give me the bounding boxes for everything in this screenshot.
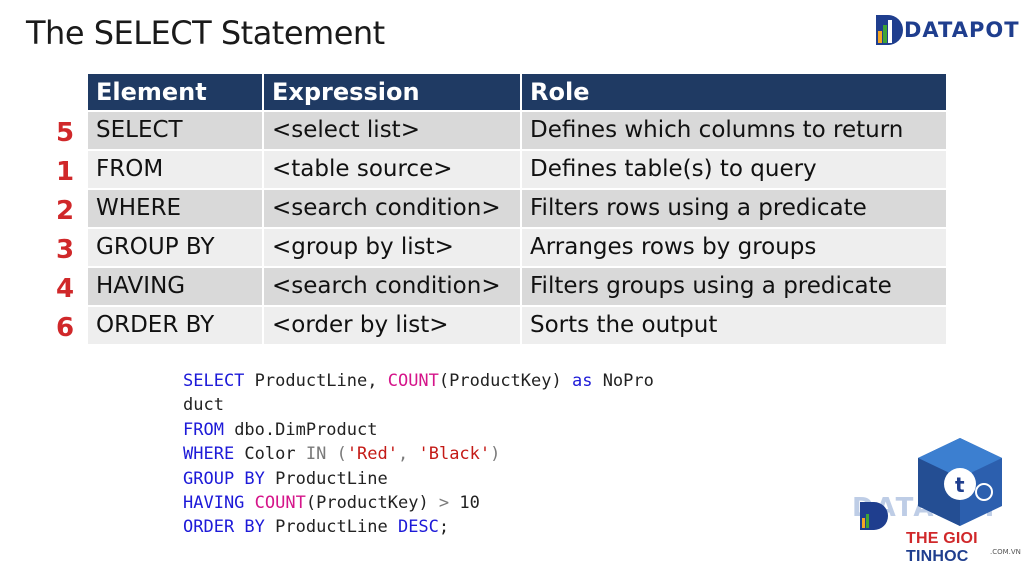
code-token: > <box>438 493 450 514</box>
cell-element: HAVING <box>88 268 264 305</box>
table-row: WHERE <search condition> Filters rows us… <box>88 190 946 227</box>
code-line: ORDER BY ProductLine DESC; <box>183 515 654 539</box>
header-role: Role <box>530 78 590 106</box>
cell-role: Filters rows using a predicate <box>522 190 946 227</box>
code-token: COUNT <box>254 493 306 514</box>
code-line: GROUP BY ProductLine <box>183 467 654 491</box>
cell-element: ORDER BY <box>88 307 264 344</box>
table-row: ORDER BY <order by list> Sorts the outpu… <box>88 307 946 344</box>
code-token: 10 <box>449 493 480 514</box>
code-token: ( <box>326 444 347 465</box>
brand-red-text: THE GIOI <box>906 530 978 547</box>
table-row: FROM <table source> Defines table(s) to … <box>88 151 946 188</box>
cell-element: FROM <box>88 151 264 188</box>
code-token: dbo.DimProduct <box>223 419 378 440</box>
code-token: ORDER BY <box>183 517 265 538</box>
execution-order-number: 4 <box>55 274 75 304</box>
cell-role: Sorts the output <box>522 307 946 344</box>
header-element: Element <box>88 74 264 110</box>
code-token: COUNT <box>387 371 439 391</box>
brand-blue-text: TINHOC <box>906 548 969 565</box>
sql-code-block: SELECT ProductLine, COUNT(ProductKey) as… <box>183 369 654 540</box>
select-clauses-table: Element Expression Role SELECT <select l… <box>88 74 946 344</box>
cell-expression: <search condition> <box>264 190 522 227</box>
code-token: ; <box>438 517 450 538</box>
code-token: 'Red' <box>346 444 398 465</box>
execution-order-number: 1 <box>55 157 75 187</box>
code-line: FROM dbo.DimProduct <box>183 418 654 442</box>
code-token: (ProductKey) <box>438 371 572 391</box>
table-row: GROUP BY <group by list> Arranges rows b… <box>88 229 946 266</box>
execution-order-number: 2 <box>55 196 75 226</box>
code-line: WHERE Color IN ('Red', 'Black') <box>183 442 654 466</box>
code-token: GROUP BY <box>183 468 265 489</box>
code-token: ProductLine <box>264 517 398 538</box>
table-row: SELECT <select list> Defines which colum… <box>88 112 946 149</box>
cell-role: Arranges rows by groups <box>522 229 946 266</box>
code-line: HAVING COUNT(ProductKey) > 10 <box>183 491 654 515</box>
code-token: DESC <box>397 517 439 538</box>
datapot-bar-chart-icon <box>870 11 908 49</box>
execution-order-number: 6 <box>55 313 75 343</box>
code-token: duct <box>183 395 224 416</box>
code-line: SELECT ProductLine, COUNT(ProductKey) as… <box>183 369 654 393</box>
execution-order-number: 3 <box>55 235 75 265</box>
code-token: IN <box>305 444 327 465</box>
cell-role: Filters groups using a predicate <box>522 268 946 305</box>
code-token: ProductLine <box>264 468 388 489</box>
cell-expression: <order by list> <box>264 307 522 344</box>
code-token: SELECT <box>183 371 245 391</box>
code-line: duct <box>183 393 654 417</box>
table-header-row: Element Expression Role <box>88 74 946 110</box>
code-token: NoPro <box>592 371 654 391</box>
code-token: ProductLine, <box>244 371 388 391</box>
code-token: Color <box>234 444 306 465</box>
cell-role: Defines table(s) to query <box>522 151 946 188</box>
code-token: as <box>571 371 593 391</box>
cell-element: WHERE <box>88 190 264 227</box>
cell-expression: <search condition> <box>264 268 522 305</box>
datapot-logo-text: DATAPOT <box>904 18 1020 42</box>
cell-role: Defines which columns to return <box>522 112 946 149</box>
cell-expression: <table source> <box>264 151 522 188</box>
cell-expression: <group by list> <box>264 229 522 266</box>
code-token: FROM <box>183 419 224 440</box>
cell-element: SELECT <box>88 112 264 149</box>
cell-expression: <select list> <box>264 112 522 149</box>
code-token: ) <box>490 444 501 465</box>
table-row: HAVING <search condition> Filters groups… <box>88 268 946 305</box>
header-expression: Expression <box>264 74 522 110</box>
code-token: 'Black' <box>418 444 491 465</box>
brand-domain-suffix: .COM.VN <box>990 548 1021 556</box>
code-token: , <box>398 444 419 465</box>
execution-order-number: 5 <box>55 118 75 148</box>
svg-text:t: t <box>955 473 965 497</box>
code-token: HAVING <box>183 493 245 514</box>
slide-title: The SELECT Statement <box>26 14 385 52</box>
datapot-logo: DATAPOT <box>870 10 1020 50</box>
cell-element: GROUP BY <box>88 229 264 266</box>
code-token: (ProductKey) <box>305 493 439 514</box>
code-token: WHERE <box>183 444 235 465</box>
